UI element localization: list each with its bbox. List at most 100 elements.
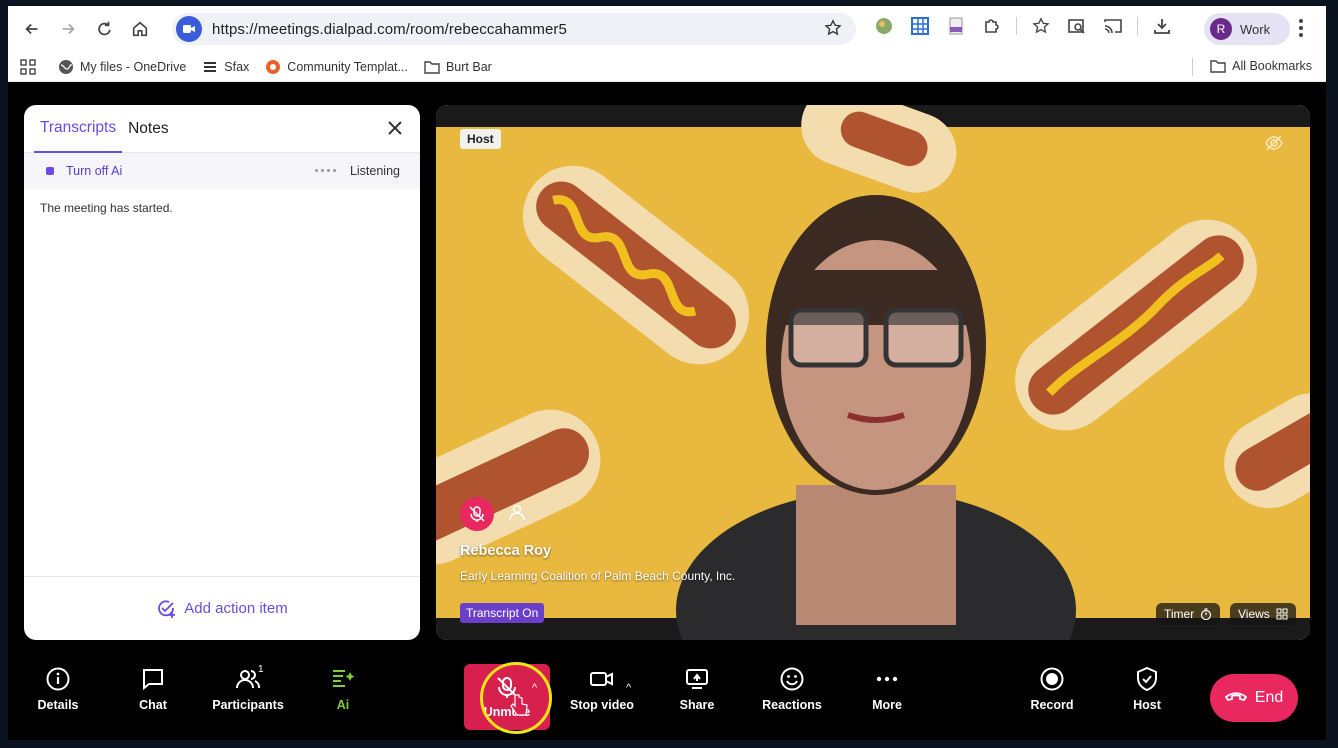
extension-grid-icon[interactable] [908,14,932,38]
add-action-label: Add action item [184,600,288,617]
chat-button[interactable]: Chat [113,666,193,712]
browser-toolbar: https://meetings.dialpad.com/room/rebecc… [8,6,1326,52]
transcript-panel: Transcripts Notes Turn off Ai Listening … [24,105,420,640]
bookmark-star-icon[interactable] [824,19,842,42]
back-icon[interactable] [14,11,50,47]
transcript-message: The meeting has started. [40,201,173,215]
info-icon [46,667,70,691]
globe-icon [58,59,74,75]
bookmark-label: My files - OneDrive [80,59,187,74]
close-icon[interactable] [386,119,404,137]
shield-check-icon [1137,666,1157,692]
reactions-label: Reactions [762,698,822,712]
more-button[interactable]: More [847,666,927,712]
reactions-button[interactable]: Reactions [752,666,832,712]
record-icon [1040,667,1064,691]
bookmark-community-templates[interactable]: Community Templat... [265,59,408,75]
profile-avatar: R [1210,18,1232,40]
bookmark-label: Community Templat... [287,59,408,74]
stop-video-label: Stop video [570,698,634,712]
browser-window: https://meetings.dialpad.com/room/rebecc… [8,6,1326,740]
participants-button[interactable]: Participants [208,666,288,712]
video-camera-icon [590,672,613,686]
folder-icon [1210,58,1226,74]
muted-mic-icon [460,497,494,531]
all-bookmarks-label: All Bookmarks [1232,59,1312,73]
smiley-icon [780,667,804,691]
community-icon [265,59,281,75]
extension-globe-icon[interactable] [872,14,896,38]
toolbar-divider [1137,17,1138,35]
person-icon [508,503,526,526]
tab-notes[interactable]: Notes [122,105,175,153]
bookmark-label: Burt Bar [445,59,492,74]
toolbar-divider [1016,17,1017,35]
search-tab-icon[interactable] [1065,14,1089,38]
panel-tabs: Transcripts Notes [24,105,420,153]
sfax-icon [202,59,218,75]
record-button[interactable]: Record [1012,666,1092,712]
forward-icon[interactable] [50,11,86,47]
ai-label: Ai [336,698,350,712]
home-icon[interactable] [122,11,158,47]
bookmarks-bar: My files - OneDrive Sfax Community Templ… [8,52,1326,82]
bookmark-onedrive[interactable]: My files - OneDrive [58,59,186,75]
address-bar[interactable]: https://meetings.dialpad.com/room/rebecc… [172,13,856,45]
meeting-controls-bar: Details Chat Participants 1 Ai Unmute ^ … [8,656,1326,740]
hang-up-icon [1224,692,1247,702]
browser-menu-icon[interactable] [1298,18,1304,38]
download-icon[interactable] [1150,14,1174,38]
listening-status: Listening [349,164,400,178]
hand-cursor-icon [510,694,528,716]
host-label: Host [1133,698,1161,712]
turn-off-ai-link[interactable]: Turn off Ai [66,164,122,178]
extension-pdf-icon[interactable] [944,14,968,38]
listening-dots [315,169,336,172]
details-button[interactable]: Details [18,666,98,712]
video-tile: Host Rebecca Roy Early Learning Coalitio… [436,105,1310,640]
participant-name: Rebecca Roy [460,543,552,559]
reading-list-star-icon[interactable] [1029,14,1053,38]
url-text: https://meetings.dialpad.com/room/rebecc… [212,20,567,38]
share-button[interactable]: Share [657,666,737,712]
site-video-icon [176,16,202,42]
chat-label: Chat [139,698,167,712]
apps-grid-icon[interactable] [20,58,36,75]
timer-label: Timer [1164,607,1195,621]
extensions-area [872,14,1174,38]
end-label: End [1254,689,1284,706]
add-action-item-button[interactable]: Add action item [24,576,420,640]
more-label: More [872,698,902,712]
participant-video-frame [436,105,1310,640]
participants-count: 1 [258,664,264,675]
all-bookmarks-button[interactable]: All Bookmarks [1210,58,1312,74]
share-label: Share [679,698,715,712]
cast-icon[interactable] [1101,14,1125,38]
tab-transcripts[interactable]: Transcripts [34,105,123,153]
participant-org: Early Learning Coalition of Palm Beach C… [460,569,736,583]
share-screen-icon [686,669,708,689]
video-options-chevron-icon[interactable]: ^ [626,682,631,694]
timer-button[interactable]: Timer [1156,603,1221,625]
extensions-puzzle-icon[interactable] [980,14,1004,38]
hide-self-view-icon[interactable] [1264,133,1284,158]
reload-icon[interactable] [86,11,122,47]
end-call-button[interactable]: End [1210,674,1298,722]
stopwatch-icon [1201,608,1212,620]
host-button[interactable]: Host [1107,666,1187,712]
grid-view-icon [1276,608,1288,620]
bookmark-label: Sfax [224,59,250,74]
profile-chip[interactable]: R Work [1204,13,1290,45]
details-label: Details [37,698,79,712]
views-button[interactable]: Views [1230,603,1296,625]
ai-button[interactable]: Ai [303,666,383,712]
profile-label: Work [1240,21,1271,37]
bookmark-sfax[interactable]: Sfax [202,59,249,75]
bookmark-burt-bar[interactable]: Burt Bar [424,59,492,75]
ai-sparkle-icon [333,670,355,687]
bookmarks-divider [1192,58,1193,76]
views-label: Views [1238,607,1270,621]
mic-options-chevron-icon[interactable]: ^ [532,682,537,694]
participants-label: Participants [212,698,284,712]
transcript-on-badge: Transcript On [460,603,545,623]
